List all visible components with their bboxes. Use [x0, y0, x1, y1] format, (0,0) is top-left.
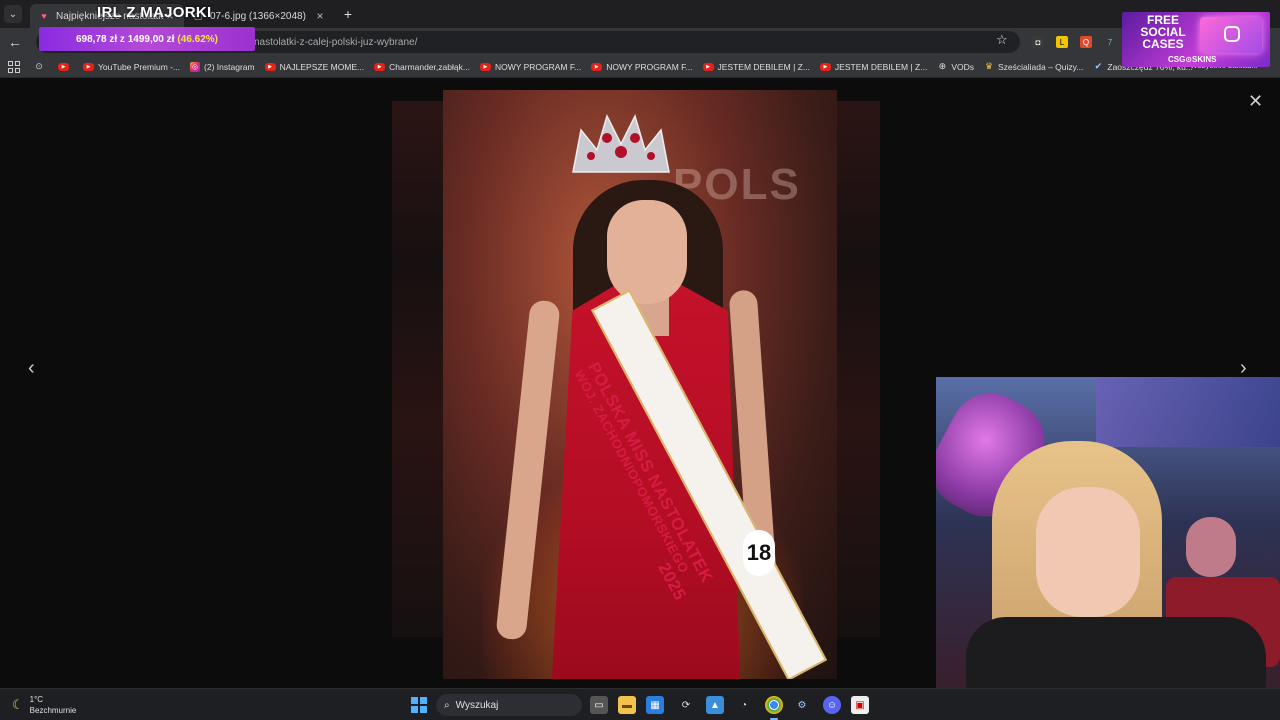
app-icon[interactable]: ◔	[735, 696, 753, 714]
settings-icon[interactable]: ⚙	[793, 696, 811, 714]
youtube-icon: ▶	[83, 62, 94, 71]
donation-goal-banner: 698,78 zł z 1499,00 zł (46.62%)	[39, 27, 255, 51]
globe-icon: ⊕	[938, 61, 947, 71]
instagram-icon	[1224, 26, 1240, 42]
adjacent-image-right[interactable]	[836, 101, 880, 637]
search-placeholder: Wyszukaj	[455, 699, 499, 711]
steam-icon: ✔	[1094, 61, 1103, 71]
bookmark-item[interactable]: ◎ (2) Instagram	[190, 61, 255, 72]
tab-title: 07-6.jpg (1366×2048)	[210, 10, 306, 22]
goal-sep: z	[119, 33, 125, 45]
globe-icon: ⊙	[35, 61, 43, 71]
youtube-icon: ▶	[264, 62, 276, 71]
bookmark-item[interactable]: ▶ NOWY PROGRAM F...	[591, 62, 693, 72]
bookmark-item[interactable]: ♛ Sześcialiada – Quizy...	[984, 61, 1083, 72]
close-icon: ✕	[1248, 91, 1264, 111]
ad-banner[interactable]: FREE SOCIAL CASES CSG⊙SKINS	[1122, 12, 1270, 67]
taskbar: ☾ 1°C Bezchmurnie ⌕ Wyszukaj ▭ ▬ ▦ ⟳ ▲ ◔…	[0, 688, 1280, 720]
extension-icon[interactable]: L	[1056, 36, 1068, 48]
background-lights	[1096, 377, 1280, 447]
bookmarks-bar: ⊙ ▶ ▶ YouTube Premium -... ◎ (2) Instagram…	[0, 56, 1280, 78]
streamer-shirt	[966, 617, 1266, 697]
crown-icon	[572, 113, 670, 173]
ad-headline: FREE SOCIAL CASES	[1140, 13, 1186, 51]
face	[607, 200, 687, 304]
store-icon[interactable]: ▦	[646, 696, 664, 714]
youtube-icon: ▶	[591, 62, 603, 71]
teddy-bear	[1186, 517, 1236, 577]
back-button[interactable]: ←	[2, 29, 28, 55]
new-tab-button[interactable]: +	[338, 6, 358, 22]
bookmark-star-icon[interactable]: ☆	[996, 32, 1008, 48]
weather-widget[interactable]: ☾ 1°C Bezchmurnie	[12, 694, 76, 716]
tab-search-button[interactable]: ⌄	[4, 5, 22, 23]
instagram-icon: ◎	[190, 61, 201, 72]
discord-icon[interactable]: ☺	[823, 696, 841, 714]
bookmark-item[interactable]: ⊕ VODs	[937, 61, 974, 72]
goal-target: 1499,00 zł	[127, 33, 175, 45]
chrome-icon[interactable]	[765, 696, 783, 714]
app-icon[interactable]: ⟳	[677, 696, 695, 714]
task-view-icon[interactable]: ▭	[590, 696, 608, 714]
close-lightbox-button[interactable]: ✕	[1248, 91, 1263, 112]
goal-percent: (46.62%)	[177, 33, 218, 45]
stream-title: IRL Z MAJORKI	[97, 4, 212, 21]
ad-brand: CSG⊙SKINS	[1168, 55, 1217, 64]
windows-start-icon[interactable]	[410, 696, 428, 714]
bookmark-item[interactable]: ▶ JESTEM DEBILEM | Z...	[819, 62, 927, 72]
youtube-icon: ▶	[58, 62, 69, 71]
photos-icon[interactable]: ▲	[706, 696, 724, 714]
goal-current: 698,78 zł	[75, 33, 118, 45]
heart-icon: ♥	[41, 11, 47, 21]
bookmark-item[interactable]: ▶ JESTEM DEBILEM | Z...	[702, 62, 810, 72]
chevron-left-icon: ‹	[28, 357, 35, 379]
weather-desc: Bezchmurnie	[29, 706, 77, 715]
contestant-number-badge: 18	[743, 530, 775, 576]
bookmark-item[interactable]: ⊙	[34, 61, 48, 72]
streamer-webcam	[936, 377, 1280, 697]
weather-temp: 1°C	[29, 695, 44, 704]
screen: ⌄ ♥ Najpiękniejsze nastolatki z całej...…	[0, 0, 1280, 720]
moon-icon: ☾	[12, 697, 24, 712]
search-icon: ⌕	[444, 699, 450, 711]
bookmark-item[interactable]: ▶ NOWY PROGRAM F...	[479, 62, 581, 72]
youtube-icon: ▶	[374, 62, 386, 71]
bookmark-item[interactable]: ▶ Charmander,zabłąk...	[374, 62, 470, 72]
youtube-icon: ▶	[702, 62, 714, 71]
chevron-down-icon: ⌄	[8, 8, 18, 20]
extension-icon[interactable]: Q	[1080, 36, 1092, 48]
bookmark-item[interactable]: ▶ YouTube Premium -...	[83, 62, 180, 72]
file-explorer-icon[interactable]: ▬	[618, 696, 636, 714]
extension-icon[interactable]: 7	[1104, 36, 1116, 48]
extension-icon[interactable]: ◘	[1032, 36, 1044, 48]
url-text: nastolatki-z-calej-polski-juz-wybrane/	[254, 36, 418, 48]
bookmark-item[interactable]: ▶	[58, 62, 73, 71]
adjacent-image-left[interactable]	[392, 101, 444, 637]
quiz-icon: ♛	[984, 61, 994, 71]
youtube-icon: ▶	[479, 62, 491, 71]
chevron-right-icon: ›	[1240, 357, 1247, 379]
previous-image-button[interactable]: ‹	[28, 357, 35, 380]
apps-grid-icon[interactable]	[8, 60, 20, 73]
main-photo: POLS POLSKA MISS NASTOLATEK WOJ. ZACHODN…	[443, 90, 837, 679]
close-tab-icon[interactable]: ×	[314, 9, 326, 23]
taskbar-search[interactable]: ⌕ Wyszukaj	[436, 694, 582, 716]
app-icon[interactable]: ▣	[851, 696, 869, 714]
bookmark-item[interactable]: ▶ NAJLEPSZE MOME...	[264, 62, 364, 72]
arrow-left-icon: ←	[8, 34, 22, 50]
streamer-face	[1036, 487, 1140, 617]
youtube-icon: ▶	[819, 62, 831, 71]
